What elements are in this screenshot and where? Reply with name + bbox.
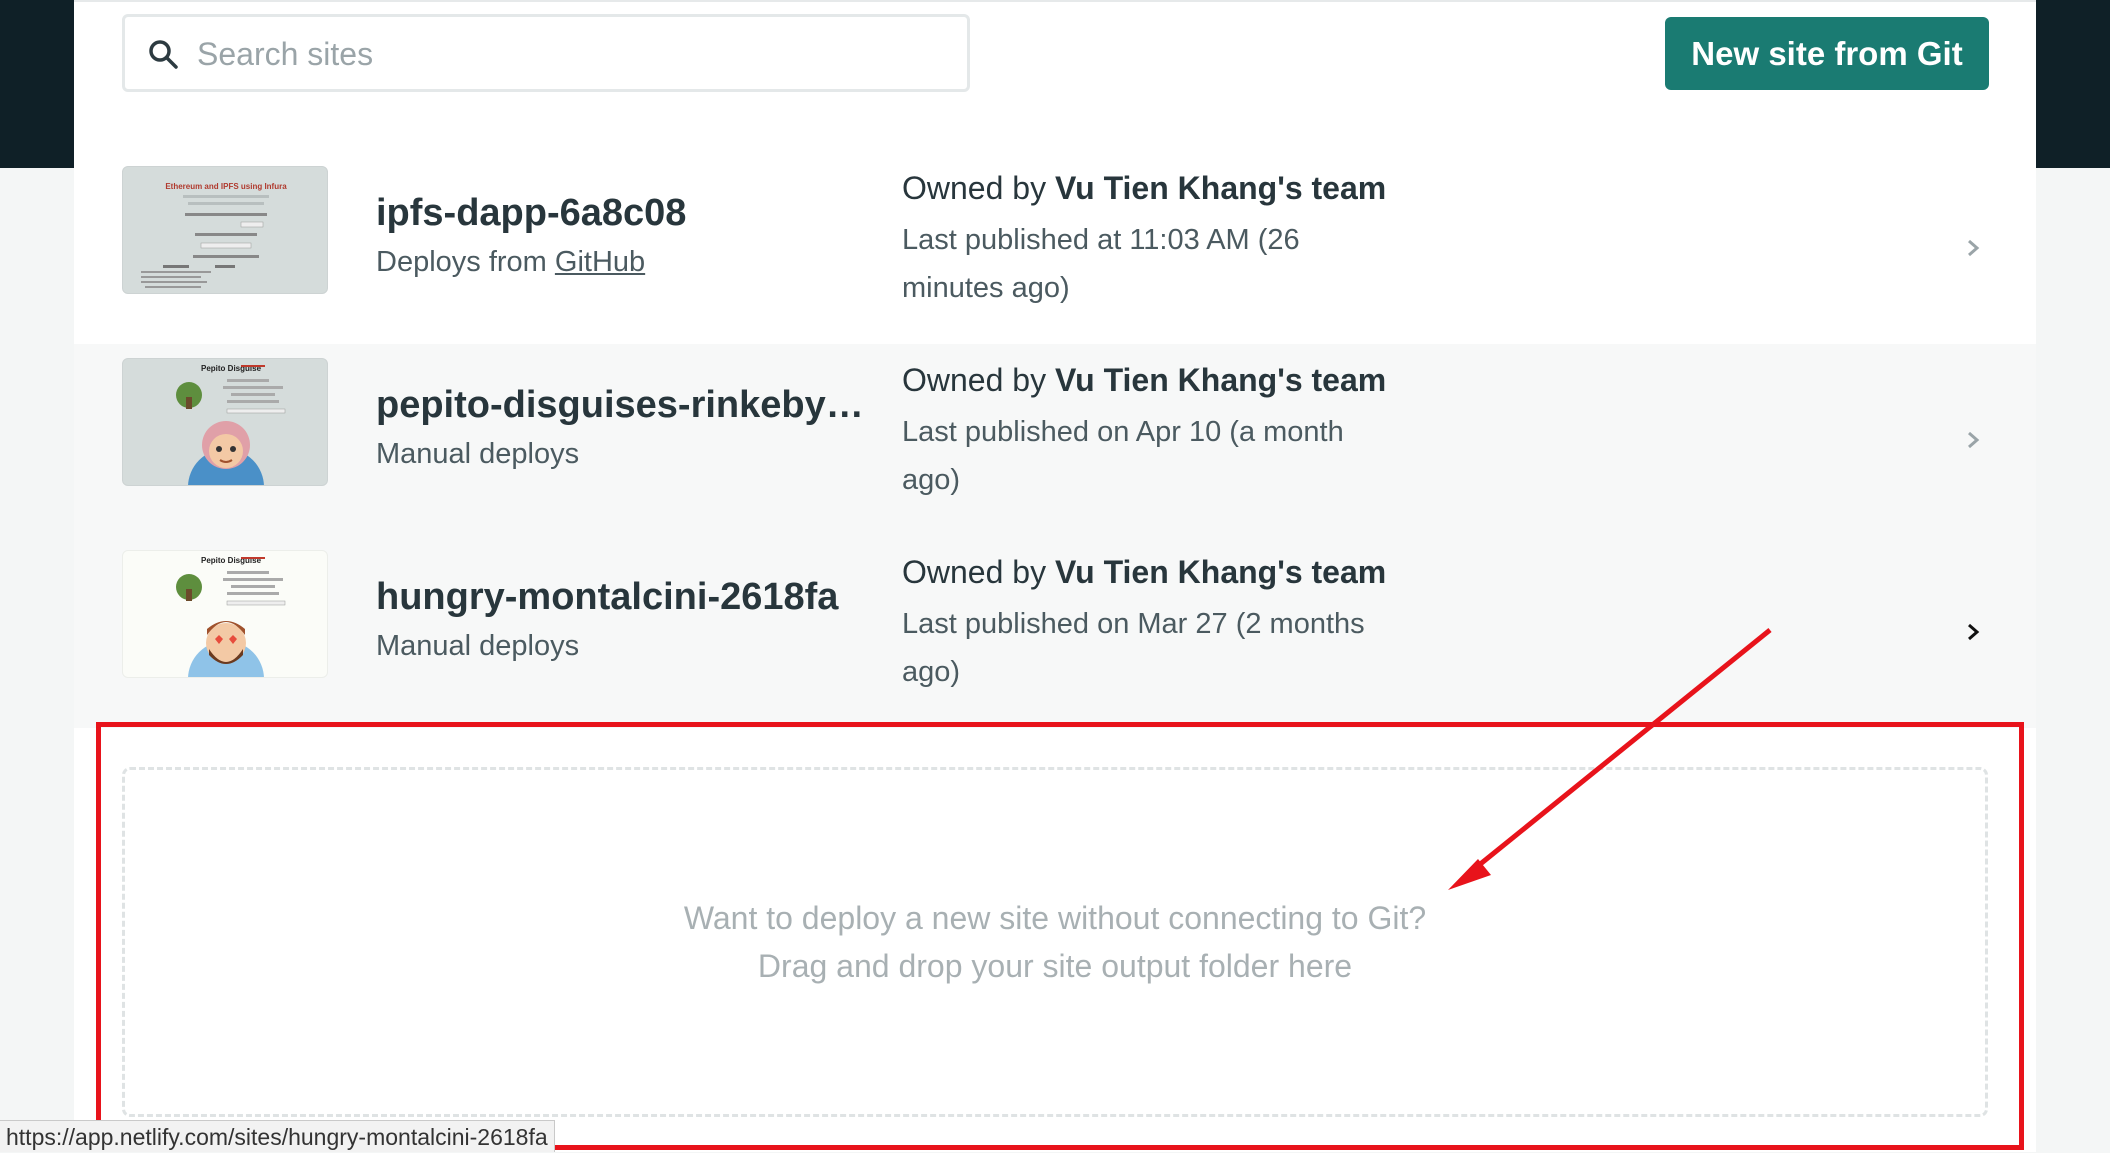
site-deploy-source: Deploys from GitHub: [376, 246, 645, 279]
header-background-left: [0, 0, 74, 168]
site-preview-image: Ethereum and IPFS using Infura: [141, 182, 287, 288]
search-input[interactable]: [195, 17, 939, 91]
deploy-source-label: Deploys from: [376, 246, 555, 278]
site-name[interactable]: hungry-montalcini-2618fa: [376, 576, 876, 619]
site-preview-image: Pepito Disguise: [176, 556, 286, 677]
owner-prefix: Owned by: [902, 170, 1055, 206]
header-background-right: [2036, 0, 2110, 168]
site-thumbnail: Pepito Disguise: [122, 358, 328, 486]
owner-team: Vu Tien Khang's team: [1054, 170, 1387, 206]
last-published: Last published at 11:03 AM (26 minutes a…: [902, 224, 1300, 304]
site-owner: Owned by Vu Tien Khang's team: [902, 554, 1386, 591]
search-icon: [149, 40, 178, 69]
link-status-bar: https://app.netlify.com/sites/hungry-mon…: [0, 1120, 555, 1152]
last-published: Last published on Mar 27 (2 months ago): [902, 608, 1365, 688]
site-deploy-source: Manual deploys: [376, 438, 580, 470]
site-owner: Owned by Vu Tien Khang's team: [902, 362, 1386, 399]
owner-team: Vu Tien Khang's team: [1054, 554, 1387, 590]
site-name[interactable]: ipfs-dapp-6a8c08: [376, 192, 876, 235]
search-box[interactable]: [122, 14, 970, 92]
site-deploy-source: Manual deploys: [376, 630, 580, 662]
site-thumbnail: Pepito Disguise: [122, 550, 328, 678]
site-preview-image: Pepito Disguise: [176, 364, 286, 485]
owner-prefix: Owned by: [902, 554, 1055, 590]
site-name[interactable]: pepito-disguises-rinkeby-v...: [376, 384, 876, 427]
site-row-pepito-disguises[interactable]: Pepito Disguise pepito-disguises-rinkeby…: [74, 344, 2036, 536]
site-owner: Owned by Vu Tien Khang's team: [902, 170, 1386, 207]
owner-team: Vu Tien Khang's team: [1054, 362, 1387, 398]
annotation-highlight-box: [96, 722, 2024, 1150]
chevron-right-icon[interactable]: [1962, 621, 1984, 643]
owner-prefix: Owned by: [902, 362, 1055, 398]
last-published: Last published on Apr 10 (a month ago): [902, 416, 1344, 496]
thumbnail-title: Ethereum and IPFS using Infura: [165, 182, 287, 191]
github-link[interactable]: GitHub: [555, 246, 645, 278]
site-thumbnail: Ethereum and IPFS using Infura: [122, 166, 328, 294]
chevron-right-icon[interactable]: [1962, 237, 1984, 259]
new-site-from-git-button[interactable]: New site from Git: [1665, 17, 1989, 90]
site-row-ipfs-dapp[interactable]: Ethereum and IPFS using Infura ipfs-dapp…: [74, 152, 2036, 344]
site-row-hungry-montalcini[interactable]: Pepito Disguise hungry-montalcini-2618fa…: [74, 536, 2036, 728]
chevron-right-icon[interactable]: [1962, 429, 1984, 451]
